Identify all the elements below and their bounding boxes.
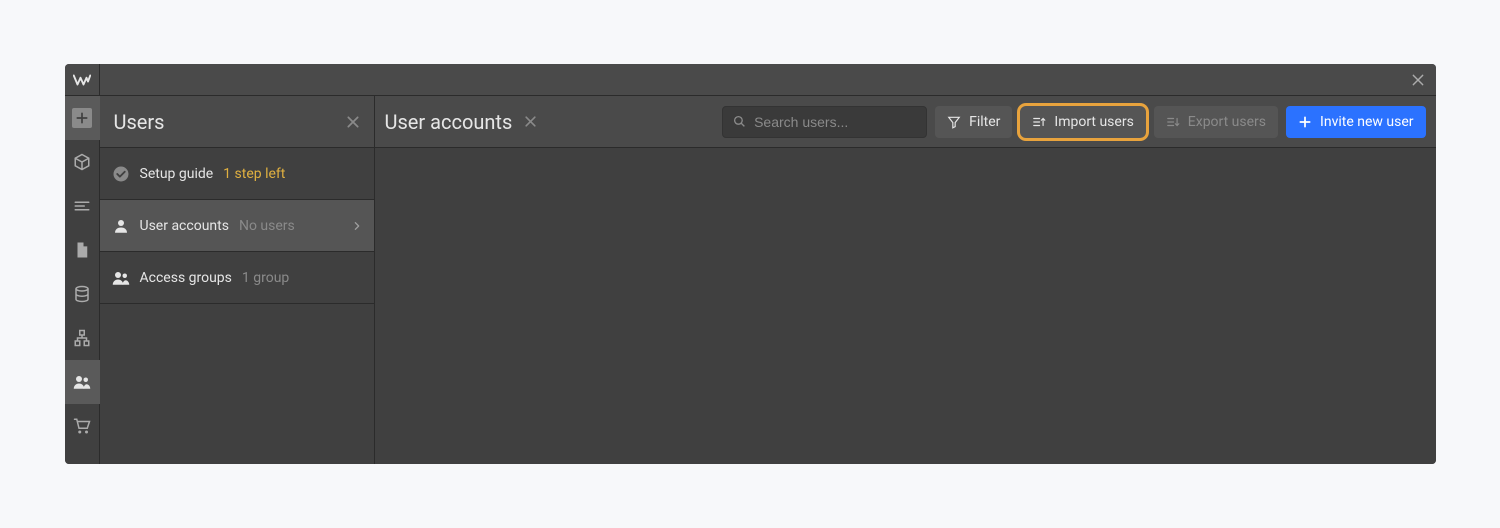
sidebar-item-setup-guide[interactable]: Setup guide 1 step left [100,148,374,200]
import-icon [1032,115,1046,129]
close-panel-button[interactable] [346,115,360,129]
sidebar-item-user-accounts[interactable]: User accounts No users [100,200,374,252]
check-circle-icon [112,165,130,183]
main-area: User accounts Filter Import users [375,96,1436,464]
import-users-button[interactable]: Import users [1020,106,1145,138]
close-window-button[interactable] [1401,64,1436,95]
main-body [375,148,1436,464]
main-title-wrap: User accounts [385,110,538,134]
invite-new-user-button[interactable]: Invite new user [1286,106,1425,138]
search-icon [733,115,746,128]
users-icon[interactable] [65,360,100,404]
title-bar [65,64,1436,96]
app-body: Users Setup guide 1 step left User accou… [65,96,1436,464]
import-label: Import users [1054,114,1133,130]
person-icon [112,217,130,235]
user-accounts-meta: No users [239,218,295,234]
search-users-box[interactable] [722,106,927,138]
funnel-icon [947,115,961,129]
icon-rail [65,96,100,464]
main-title: User accounts [385,110,513,134]
box-3d-icon[interactable] [65,140,100,184]
users-panel: Users Setup guide 1 step left User accou… [100,96,375,464]
export-users-button[interactable]: Export users [1154,106,1278,138]
export-label: Export users [1188,114,1266,130]
main-header: User accounts Filter Import users [375,96,1436,148]
user-accounts-label: User accounts [140,218,229,234]
title-bar-left [65,64,100,95]
panel-title: Users [114,110,165,134]
close-tab-button[interactable] [524,115,537,128]
access-groups-label: Access groups [140,270,232,286]
invite-label: Invite new user [1320,114,1413,130]
setup-guide-meta: 1 step left [223,166,285,182]
search-users-input[interactable] [754,114,916,130]
page-icon[interactable] [65,228,100,272]
filter-label: Filter [969,114,1000,130]
app-logo[interactable] [65,64,100,95]
setup-guide-label: Setup guide [140,166,214,182]
database-icon[interactable] [65,272,100,316]
access-groups-meta: 1 group [242,270,289,286]
export-icon [1166,115,1180,129]
app-window: Users Setup guide 1 step left User accou… [65,64,1436,464]
people-icon [112,269,130,287]
sidebar-item-access-groups[interactable]: Access groups 1 group [100,252,374,304]
chevron-right-icon [352,221,362,231]
list-icon[interactable] [65,184,100,228]
panel-header: Users [100,96,374,148]
add-icon[interactable] [65,96,100,140]
sitemap-icon[interactable] [65,316,100,360]
filter-button[interactable]: Filter [935,106,1012,138]
plus-icon [1298,115,1312,129]
cart-icon[interactable] [65,404,100,448]
